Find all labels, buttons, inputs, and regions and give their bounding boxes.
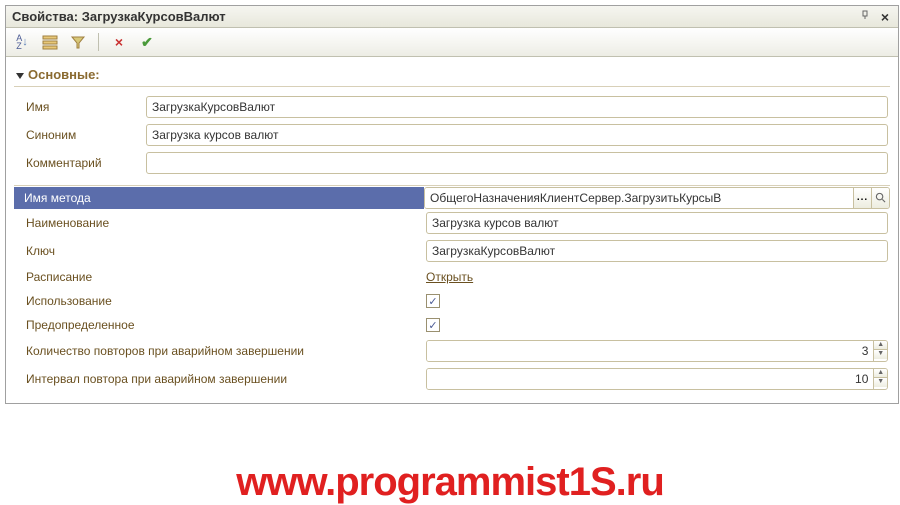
label-key: Ключ <box>16 244 426 258</box>
schedule-open-link[interactable]: Открыть <box>426 270 473 284</box>
select-button[interactable]: ... <box>853 188 871 208</box>
filter-button[interactable] <box>68 32 88 52</box>
titlebar: Свойства: ЗагрузкаКурсовВалют × <box>6 6 898 28</box>
search-icon[interactable] <box>871 188 889 208</box>
row-key: Ключ <box>14 237 890 265</box>
spin-down-icon[interactable]: ▼ <box>874 378 887 387</box>
spinner-retry-count: ▲ ▼ <box>873 341 887 361</box>
sort-az-button[interactable]: AZ↓ <box>12 32 32 52</box>
pin-icon[interactable] <box>858 10 872 24</box>
input-retry-interval[interactable] <box>427 369 873 389</box>
label-method-name: Имя метода <box>14 187 424 209</box>
input-key[interactable] <box>426 240 888 262</box>
row-method-name: Имя метода ... <box>14 185 890 209</box>
input-synonym[interactable] <box>146 124 888 146</box>
row-schedule: Расписание Открыть <box>14 265 890 289</box>
close-icon[interactable]: × <box>878 10 892 24</box>
label-retry-interval: Интервал повтора при аварийном завершени… <box>16 372 426 386</box>
spinner-retry-interval: ▲ ▼ <box>873 369 887 389</box>
input-comment[interactable] <box>146 152 888 174</box>
label-name: Имя <box>16 100 146 114</box>
label-synonym: Синоним <box>16 128 146 142</box>
watermark-text: www.programmist1S.ru <box>236 460 664 505</box>
toolbar-separator <box>98 33 99 51</box>
checkbox-usage[interactable]: ✓ <box>426 294 440 308</box>
input-name[interactable] <box>146 96 888 118</box>
row-usage: Использование ✓ <box>14 289 890 313</box>
label-title: Наименование <box>16 216 426 230</box>
row-comment: Комментарий <box>14 149 890 177</box>
row-retry-interval: Интервал повтора при аварийном завершени… <box>14 365 890 393</box>
spin-down-icon[interactable]: ▼ <box>874 350 887 359</box>
label-usage: Использование <box>16 294 426 308</box>
row-predefined: Предопределенное ✓ <box>14 313 890 337</box>
section-main-header[interactable]: Основные: <box>14 63 890 87</box>
apply-button[interactable]: ✔ <box>137 32 157 52</box>
spin-up-icon[interactable]: ▲ <box>874 369 887 378</box>
input-method-name[interactable] <box>425 188 853 208</box>
row-name: Имя <box>14 93 890 121</box>
checkbox-predefined[interactable]: ✓ <box>426 318 440 332</box>
panel-body: Основные: Имя Синоним Комментарий Имя ме… <box>6 57 898 403</box>
row-title: Наименование <box>14 209 890 237</box>
cancel-button[interactable]: × <box>109 32 129 52</box>
label-schedule: Расписание <box>16 270 426 284</box>
label-predefined: Предопределенное <box>16 318 426 332</box>
label-comment: Комментарий <box>16 156 146 170</box>
row-synonym: Синоним <box>14 121 890 149</box>
input-title[interactable] <box>426 212 888 234</box>
caret-down-icon <box>16 73 24 79</box>
window-title: Свойства: ЗагрузкаКурсовВалют <box>12 9 226 24</box>
categorize-button[interactable] <box>40 32 60 52</box>
input-retry-count[interactable] <box>427 341 873 361</box>
titlebar-controls: × <box>858 10 892 24</box>
label-retry-count: Количество повторов при аварийном заверш… <box>16 344 426 358</box>
toolbar: AZ↓ × ✔ <box>6 28 898 57</box>
spin-up-icon[interactable]: ▲ <box>874 341 887 350</box>
row-retry-count: Количество повторов при аварийном заверш… <box>14 337 890 365</box>
properties-panel: Свойства: ЗагрузкаКурсовВалют × AZ↓ × ✔ … <box>5 5 899 404</box>
